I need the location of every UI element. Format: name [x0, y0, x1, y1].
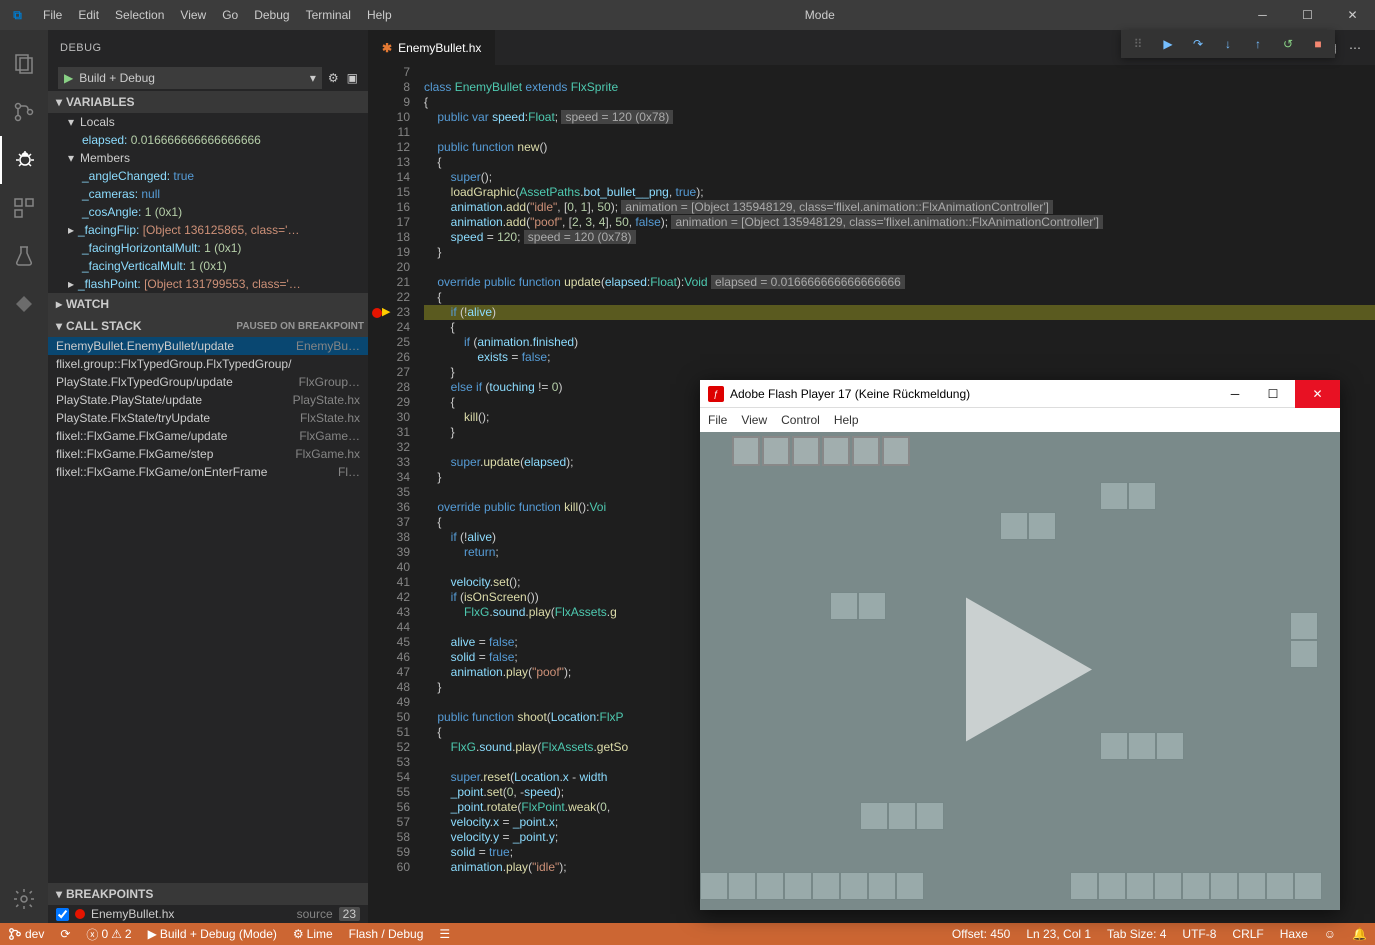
- flash-menu-help[interactable]: Help: [834, 413, 859, 427]
- menubar: File Edit Selection View Go Debug Termin…: [35, 8, 400, 22]
- close-button[interactable]: ✕: [1330, 8, 1375, 22]
- breakpoint-dot-icon: [75, 909, 85, 919]
- activity-bar: [0, 30, 48, 923]
- status-target[interactable]: Flash / Debug: [341, 923, 432, 945]
- callstack-item[interactable]: flixel.group::FlxTypedGroup.FlxTypedGrou…: [48, 355, 368, 373]
- stop-button[interactable]: ■: [1305, 33, 1331, 55]
- window-title: Mode: [400, 8, 1240, 22]
- debug-config-name: Build + Debug: [79, 71, 304, 85]
- menu-debug[interactable]: Debug: [246, 8, 297, 22]
- section-variables[interactable]: ▾VARIABLES: [48, 91, 368, 113]
- flash-player-window: ƒ Adobe Flash Player 17 (Keine Rückmeldu…: [700, 380, 1340, 910]
- sidebar-title: DEBUG: [48, 30, 368, 65]
- flash-icon: ƒ: [708, 386, 724, 402]
- var-group-locals[interactable]: ▾Locals: [48, 113, 368, 131]
- callstack-item[interactable]: EnemyBullet.EnemyBullet/updateEnemyBu…: [48, 337, 368, 355]
- play-icon: ▶: [64, 71, 73, 85]
- debug-config-dropdown[interactable]: ▶ Build + Debug ▾: [58, 67, 322, 89]
- menu-view[interactable]: View: [172, 8, 214, 22]
- status-build[interactable]: ▶ Build + Debug (Mode): [140, 923, 285, 945]
- menu-file[interactable]: File: [35, 8, 70, 22]
- callstack-item[interactable]: flixel::FlxGame.FlxGame/updateFlxGame…: [48, 427, 368, 445]
- callstack-item[interactable]: PlayState.PlayState/updatePlayState.hx: [48, 391, 368, 409]
- step-into-button[interactable]: ↓: [1215, 33, 1241, 55]
- gutter[interactable]: 7891011121314151617181920212223▶24252627…: [368, 65, 424, 923]
- minimize-button[interactable]: ─: [1240, 8, 1285, 22]
- chevron-down-icon: ▾: [310, 71, 316, 85]
- explorer-icon[interactable]: [0, 40, 48, 88]
- status-tabsize[interactable]: Tab Size: 4: [1099, 927, 1174, 941]
- continue-button[interactable]: ▶: [1155, 33, 1181, 55]
- haxe-file-icon: ✱: [382, 41, 392, 55]
- drag-grip-icon[interactable]: ⠿: [1125, 33, 1151, 55]
- status-errors[interactable]: ⓧ 0 ⚠ 2: [78, 923, 139, 945]
- flash-maximize-button[interactable]: ☐: [1257, 387, 1289, 401]
- source-control-icon[interactable]: [0, 88, 48, 136]
- debug-icon[interactable]: [0, 136, 48, 184]
- status-feedback-icon[interactable]: ☺: [1316, 927, 1344, 941]
- debug-sidebar: DEBUG ▶ Build + Debug ▾ ⚙ ▣ ▾VARIABLES ▾…: [48, 30, 368, 923]
- status-lime[interactable]: ⚙ Lime: [285, 923, 341, 945]
- flash-minimize-button[interactable]: ─: [1219, 387, 1251, 401]
- breakpoint-item[interactable]: EnemyBullet.hxsource23: [48, 905, 368, 923]
- var-item[interactable]: ▸_flashPoint: [Object 131799553, class='…: [48, 275, 368, 293]
- status-offset[interactable]: Offset: 450: [944, 927, 1018, 941]
- status-cursor[interactable]: Ln 23, Col 1: [1018, 927, 1099, 941]
- maximize-button[interactable]: ☐: [1285, 8, 1330, 22]
- vscode-logo-icon: ⧉: [0, 8, 35, 23]
- breakpoint-checkbox[interactable]: [56, 908, 69, 921]
- more-icon[interactable]: ⋯: [1349, 41, 1361, 55]
- titlebar: ⧉ File Edit Selection View Go Debug Term…: [0, 0, 1375, 30]
- menu-edit[interactable]: Edit: [70, 8, 107, 22]
- callstack-item[interactable]: flixel::FlxGame.FlxGame/onEnterFrameFl…: [48, 463, 368, 481]
- var-group-members[interactable]: ▾Members: [48, 149, 368, 167]
- test-icon[interactable]: [0, 232, 48, 280]
- var-item[interactable]: _facingVerticalMult: 1 (0x1): [48, 257, 368, 275]
- step-over-button[interactable]: ↷: [1185, 33, 1211, 55]
- menu-help[interactable]: Help: [359, 8, 400, 22]
- status-branch[interactable]: dev: [0, 923, 52, 945]
- flash-game-canvas[interactable]: [700, 432, 1340, 910]
- statusbar: dev ⟳ ⓧ 0 ⚠ 2 ▶ Build + Debug (Mode) ⚙ L…: [0, 923, 1375, 945]
- settings-gear-icon[interactable]: [0, 875, 48, 923]
- section-watch[interactable]: ▸WATCH: [48, 293, 368, 315]
- flash-menu-control[interactable]: Control: [781, 413, 820, 427]
- haxe-icon[interactable]: [0, 280, 48, 328]
- flash-menu-file[interactable]: File: [708, 413, 727, 427]
- callstack-item[interactable]: PlayState.FlxTypedGroup/updateFlxGroup…: [48, 373, 368, 391]
- play-overlay-icon[interactable]: [930, 580, 1110, 763]
- var-item[interactable]: ▸_facingFlip: [Object 136125865, class='…: [48, 221, 368, 239]
- flash-menu-view[interactable]: View: [741, 413, 767, 427]
- var-item[interactable]: _facingHorizontalMult: 1 (0x1): [48, 239, 368, 257]
- flash-window-title: Adobe Flash Player 17 (Keine Rückmeldung…: [730, 387, 1213, 401]
- status-sync[interactable]: ⟳: [52, 923, 78, 945]
- console-icon[interactable]: ▣: [347, 71, 358, 85]
- menu-go[interactable]: Go: [214, 8, 246, 22]
- flash-menubar: File View Control Help: [700, 408, 1340, 432]
- status-language[interactable]: Haxe: [1272, 927, 1316, 941]
- var-item[interactable]: _cameras: null: [48, 185, 368, 203]
- status-eol[interactable]: CRLF: [1224, 927, 1271, 941]
- flash-close-button[interactable]: ✕: [1295, 380, 1340, 408]
- menu-terminal[interactable]: Terminal: [298, 8, 359, 22]
- var-item[interactable]: _angleChanged: true: [48, 167, 368, 185]
- section-breakpoints[interactable]: ▾BREAKPOINTS: [48, 883, 368, 905]
- callstack-item[interactable]: flixel::FlxGame.FlxGame/stepFlxGame.hx: [48, 445, 368, 463]
- editor-tab-enemybullet[interactable]: ✱ EnemyBullet.hx: [368, 30, 496, 65]
- menu-selection[interactable]: Selection: [107, 8, 172, 22]
- var-elapsed[interactable]: elapsed: 0.016666666666666666: [48, 131, 368, 149]
- gear-icon[interactable]: ⚙: [328, 71, 339, 85]
- step-out-button[interactable]: ↑: [1245, 33, 1271, 55]
- var-item[interactable]: _cosAngle: 1 (0x1): [48, 203, 368, 221]
- restart-button[interactable]: ↺: [1275, 33, 1301, 55]
- extensions-icon[interactable]: [0, 184, 48, 232]
- status-bell-icon[interactable]: 🔔: [1344, 927, 1375, 941]
- status-list-icon[interactable]: ☰: [431, 923, 458, 945]
- status-encoding[interactable]: UTF-8: [1174, 927, 1224, 941]
- debug-toolbar: ⠿ ▶ ↷ ↓ ↑ ↺ ■: [1121, 30, 1335, 58]
- callstack-item[interactable]: PlayState.FlxState/tryUpdateFlxState.hx: [48, 409, 368, 427]
- section-callstack[interactable]: ▾CALL STACK PAUSED ON BREAKPOINT: [48, 315, 368, 337]
